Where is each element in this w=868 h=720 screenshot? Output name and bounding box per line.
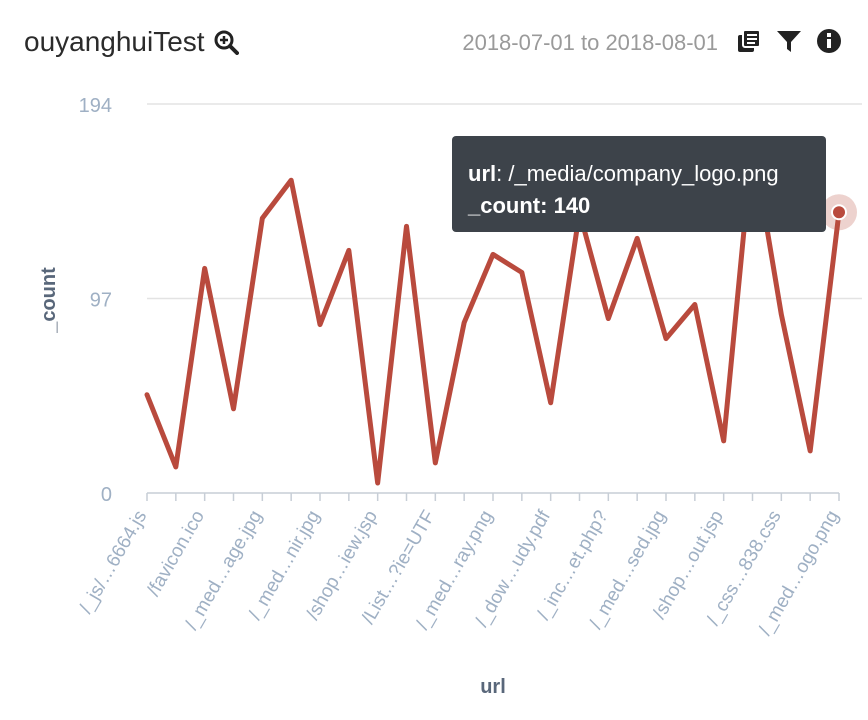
tooltip-value-count: 140	[553, 193, 591, 218]
tooltip-key-count: _count	[468, 193, 541, 218]
x-tick-label: /_js/…6664.js	[76, 507, 152, 617]
tooltip-line-count: _count: 140	[468, 193, 591, 218]
line-chart: 097194 /_js/…6664.js/favicon.ico/_med…ag…	[38, 95, 862, 698]
tooltip-value-url: /_media/company_logo.png	[508, 161, 779, 186]
chart-panel: ouyanghuiTest 2018-07-01 to 2018-08-01 0…	[0, 0, 868, 720]
x-tick-label: /favicon.ico	[143, 507, 209, 600]
y-tick-label: 97	[90, 290, 112, 312]
y-tick-label: 0	[101, 484, 112, 506]
tooltip-line-url: url: /_media/company_logo.png	[468, 161, 779, 186]
data-tooltip: url: /_media/company_logo.png _count: 14…	[452, 136, 826, 232]
y-axis-title: _count	[38, 267, 60, 334]
x-axis-title: url	[480, 676, 506, 698]
highlight-point	[831, 204, 847, 221]
y-tick-label: 194	[79, 95, 112, 117]
tooltip-key-url: url	[468, 161, 497, 186]
